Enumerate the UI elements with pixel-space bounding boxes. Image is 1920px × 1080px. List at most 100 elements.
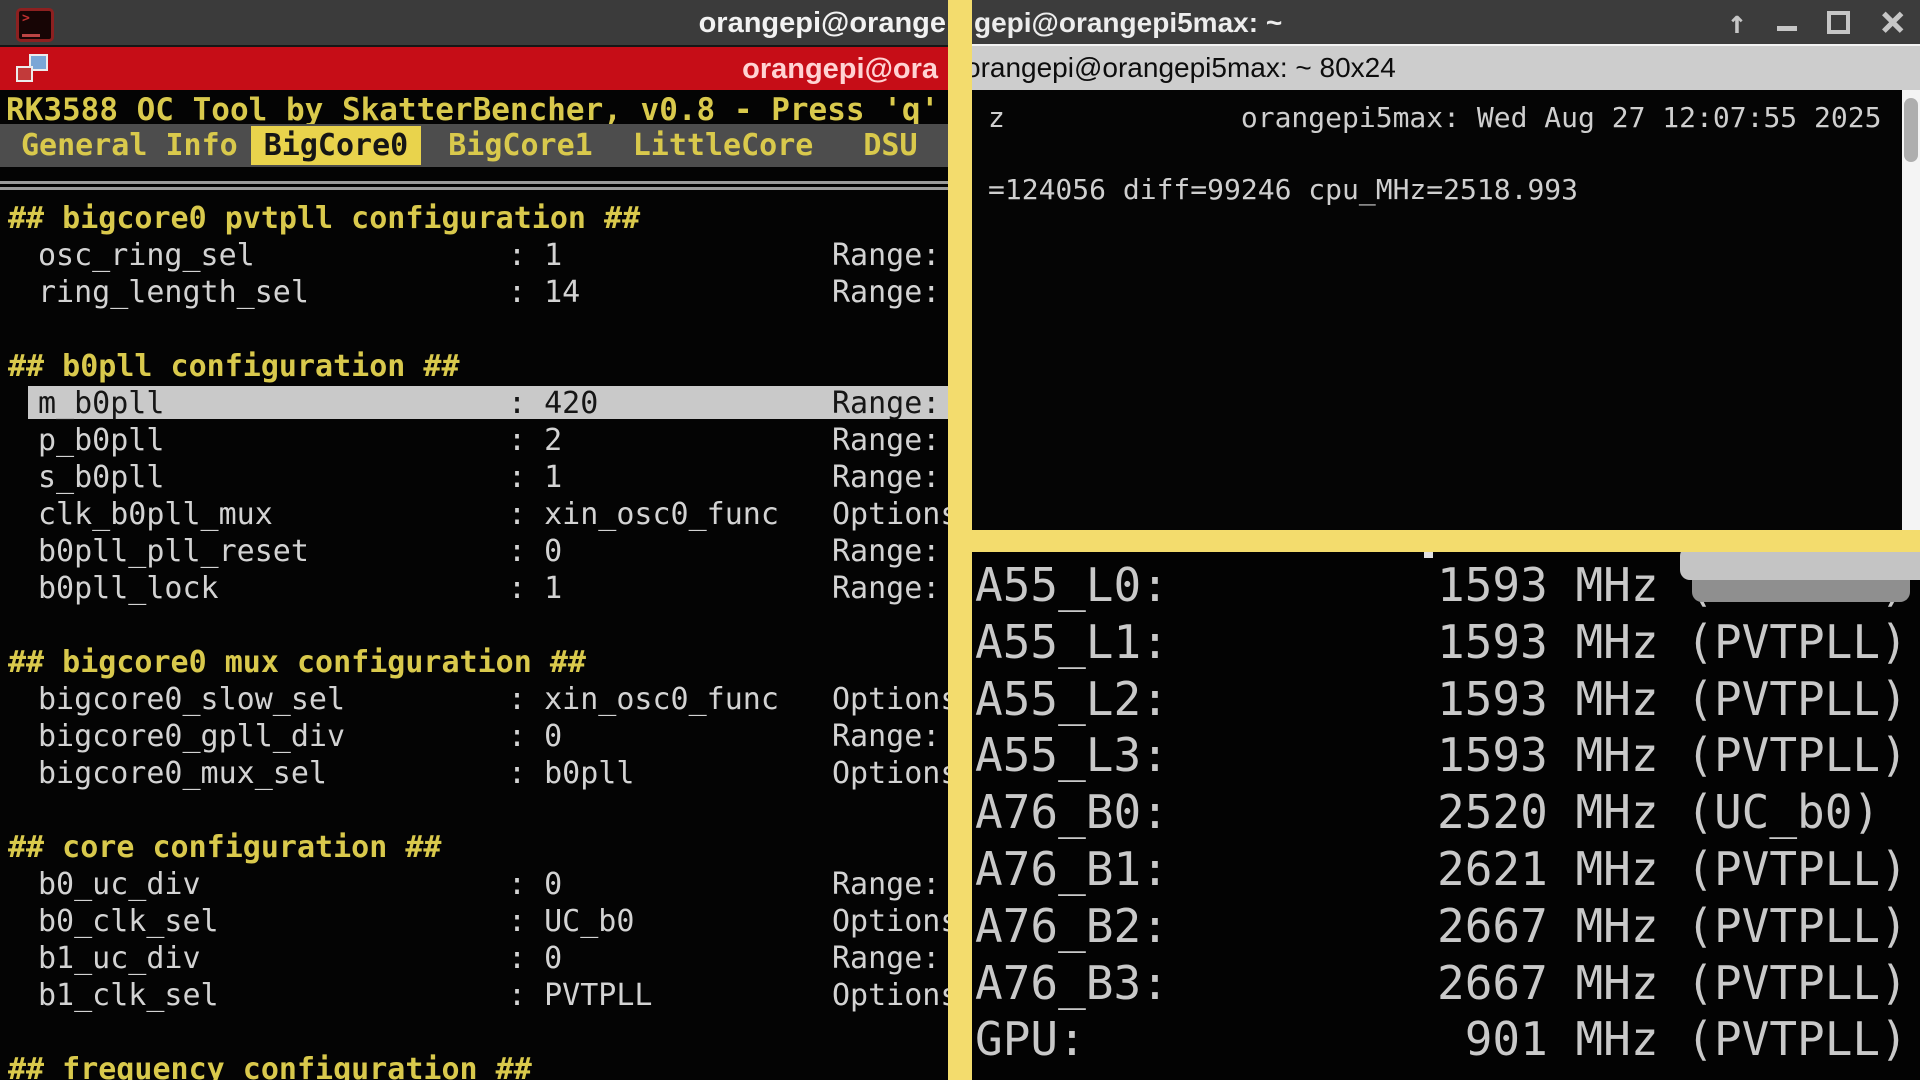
freq-core-label: A55_L0: xyxy=(975,557,1169,613)
zoomed-scrollbar-thumb xyxy=(1692,580,1910,602)
menu-tab-general-info[interactable]: General Info xyxy=(8,126,251,165)
section-header-text: ## b0pll configuration ## xyxy=(8,348,460,385)
config-value: : UC_b0 xyxy=(508,903,634,940)
left-window-titlebar[interactable]: > orangepi@orange xyxy=(0,0,948,47)
terminal-line-2 xyxy=(948,136,1902,172)
maximize-icon[interactable] xyxy=(1827,11,1850,34)
section-header-line: ## frequency configuration ## xyxy=(0,1051,948,1080)
freq-value: 1593 MHz (PVTPLL) xyxy=(1437,614,1908,670)
config-row-b0-uc-div: b0_uc_div: 0Range: xyxy=(0,866,948,903)
blank-line xyxy=(0,792,948,829)
section-header-line: ## core configuration ## xyxy=(0,829,948,866)
left-window-title: orangepi@orange xyxy=(699,7,946,40)
section-header-line: ## b0pll configuration ## xyxy=(0,348,948,385)
terminal-tab-bar[interactable]: orangepi@orangepi5max: ~ 80x24 xyxy=(948,44,1920,90)
menu-tab-bigcore1[interactable]: BigCore1 xyxy=(435,126,606,165)
screen: > orangepi@orange orangepi@ora RK3588 OC… xyxy=(0,0,1920,1080)
inner-window-title: orangepi@ora xyxy=(742,53,938,86)
section-header-text: ## frequency configuration ## xyxy=(8,1051,532,1080)
freq-core-label: A76_B1: xyxy=(975,841,1169,897)
terminal-app-icon: > xyxy=(16,8,54,42)
config-range-label: Options xyxy=(832,681,948,718)
config-label: bigcore0_mux_sel xyxy=(38,755,327,792)
menu-tab-dsu[interactable]: DSU xyxy=(850,126,930,165)
config-label: s_b0pll xyxy=(38,459,164,496)
config-value: : xin_osc0_func xyxy=(508,496,779,533)
freq-value: 901 MHz (PVTPLL) xyxy=(1437,1011,1908,1067)
freq-core-label: GPU: xyxy=(975,1011,1086,1067)
oc-config-lines: ## bigcore0 pvtpll configuration ##osc_r… xyxy=(0,200,948,1080)
menu-tab-bigcore0[interactable]: BigCore0 xyxy=(251,126,422,165)
config-value: : 14 xyxy=(508,274,580,311)
close-icon[interactable]: × xyxy=(1880,7,1907,37)
config-row-m-b0pll[interactable]: m_b0pll : 420 Range: xyxy=(0,385,948,422)
scrollbar-thumb[interactable] xyxy=(1904,98,1918,162)
icon-red-square xyxy=(16,66,33,82)
config-row-clk-b0pll-mux: clk_b0pll_mux: xin_osc0_funcOptions xyxy=(0,496,948,533)
config-value: : PVTPLL xyxy=(508,977,653,1014)
config-value: : xin_osc0_func xyxy=(508,681,779,718)
config-row-bigcore0-mux-sel: bigcore0_mux_sel: b0pllOptions xyxy=(0,755,948,792)
config-value: : 0 xyxy=(508,940,562,977)
config-range-label: Options xyxy=(832,977,948,1014)
section-header-line: ## bigcore0 mux configuration ## xyxy=(0,644,948,681)
menu-tab-littlecore[interactable]: LittleCore xyxy=(620,126,827,165)
config-label: clk_b0pll_mux xyxy=(38,496,273,533)
config-label: b0_clk_sel xyxy=(38,903,219,940)
freq-value: 2621 MHz (PVTPLL) xyxy=(1437,841,1908,897)
config-value: : 2 xyxy=(508,422,562,459)
config-value: : 0 xyxy=(508,718,562,755)
config-row-b0-clk-sel: b0_clk_sel : UC_b0 Options xyxy=(0,903,948,940)
config-range-label: Range: xyxy=(832,940,940,977)
terminal-tab-label: orangepi@orangepi5max: ~ 80x24 xyxy=(965,52,1396,84)
freq-row-gpu: GPU: 901 MHz (PVTPLL) xyxy=(948,1011,1920,1067)
terminal-scrollbar[interactable] xyxy=(1902,90,1920,552)
freq-core-label: A76_B0: xyxy=(975,784,1169,840)
section-header-text: ## bigcore0 mux configuration ## xyxy=(8,644,586,681)
left-inner-red-titlebar[interactable]: orangepi@ora xyxy=(0,47,948,90)
screens-app-icon xyxy=(14,54,50,82)
config-row-b0pll-lock: b0pll_lock: 1Range: xyxy=(0,570,948,607)
oc-tool-terminal-window: > orangepi@orange orangepi@ora RK3588 OC… xyxy=(0,0,948,1080)
section-header-text: ## bigcore0 pvtpll configuration ## xyxy=(8,200,640,237)
watch-terminal-window: gepi@orangepi5max: ~ ↑ × orangepi@orange… xyxy=(948,0,1920,552)
config-label: bigcore0_gpll_div xyxy=(38,718,345,755)
config-row-s-b0pll: s_b0pll: 1Range: xyxy=(0,459,948,496)
freq-row-a55-l3: A55_L3:1593 MHz (PVTPLL) xyxy=(948,727,1920,783)
zoomed-scrollbar-track xyxy=(1680,552,1920,580)
freq-row-a76-b3: A76_B3:2667 MHz (PVTPLL) xyxy=(948,955,1920,1011)
section-header-text: ## core configuration ## xyxy=(8,829,441,866)
config-range-label: Options xyxy=(832,903,948,940)
minimize-icon[interactable] xyxy=(1777,26,1797,31)
blank-line xyxy=(0,607,948,644)
freq-value: 2520 MHz (UC_b0) xyxy=(1437,784,1880,840)
config-label: b0pll_pll_reset xyxy=(38,533,309,570)
config-range-label: Range: xyxy=(832,385,940,422)
window-controls: ↑ × xyxy=(1727,0,1906,44)
right-window-title: gepi@orangepi5max: ~ xyxy=(974,7,1282,39)
freq-value: 2667 MHz (PVTPLL) xyxy=(1437,898,1908,954)
blank-line xyxy=(0,1014,948,1051)
freq-row-a76-b2: A76_B2:2667 MHz (PVTPLL) xyxy=(948,898,1920,954)
config-range-label: Range: xyxy=(832,866,940,903)
frequency-zoom-inset: A55_L0: 1593 MHz (PVTPLL)A55_L1:1593 MHz … xyxy=(948,552,1920,1080)
config-label: m_b0pll xyxy=(38,385,164,422)
config-label: osc_ring_sel xyxy=(38,237,255,274)
config-range-label: Range: xyxy=(832,422,940,459)
config-label: ring_length_sel xyxy=(38,274,309,311)
config-label: b0pll_lock xyxy=(38,570,219,607)
config-range-label: Range: xyxy=(832,274,940,311)
config-value: : 420 xyxy=(508,385,598,422)
config-range-label: Range: xyxy=(832,570,940,607)
freq-core-label: A55_L2: xyxy=(975,671,1169,727)
right-window-titlebar[interactable]: gepi@orangepi5max: ~ ↑ × xyxy=(948,0,1920,44)
freq-value: 2667 MHz (PVTPLL) xyxy=(1437,955,1908,1011)
freq-row-a55-l1: A55_L1:1593 MHz (PVTPLL) xyxy=(948,614,1920,670)
config-value: : 0 xyxy=(508,866,562,903)
horizontal-divider xyxy=(0,181,948,190)
config-row-p-b0pll: p_b0pll: 2Range: xyxy=(0,422,948,459)
rollup-icon[interactable]: ↑ xyxy=(1727,7,1746,37)
config-row-bigcore0-gpll-div: bigcore0_gpll_div: 0Range: xyxy=(0,718,948,755)
oc-tool-tab-bar: General InfoBigCore0 BigCore1 LittleCore DS… xyxy=(0,124,948,167)
config-range-label: Range: xyxy=(832,237,940,274)
